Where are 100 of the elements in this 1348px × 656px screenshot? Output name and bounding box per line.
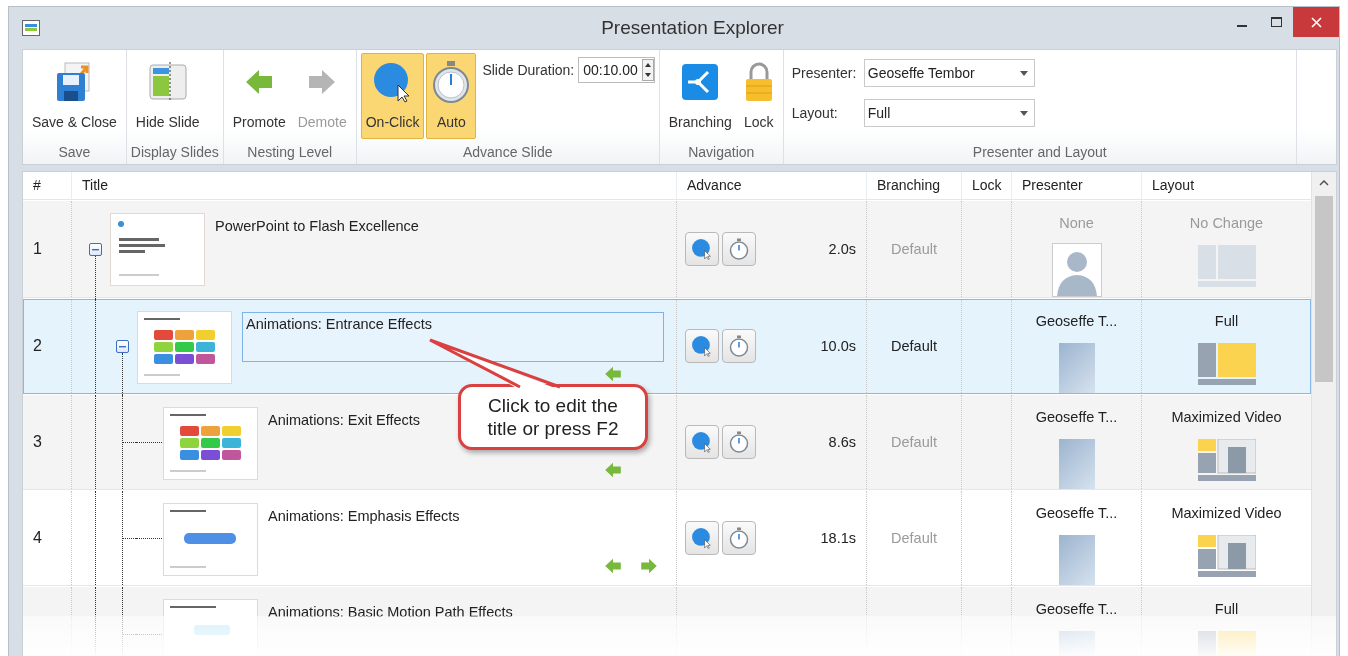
branching-value: Default xyxy=(891,434,937,450)
branching-value: Default xyxy=(891,241,937,257)
collapse-toggle[interactable] xyxy=(89,242,102,256)
dropdown-caret-icon xyxy=(1019,110,1028,116)
ribbon-button[interactable]: Auto xyxy=(426,53,477,139)
column-header[interactable]: Title xyxy=(71,172,676,199)
minimize-icon xyxy=(1237,25,1247,27)
layout-icon xyxy=(1197,535,1256,577)
cursor-circle-icon xyxy=(691,431,713,453)
group-label: Display Slides xyxy=(130,143,219,162)
duration-text: 10.0s xyxy=(820,338,856,354)
column-header[interactable]: Advance xyxy=(676,172,866,199)
column-header[interactable]: # xyxy=(23,172,71,199)
branching-icon xyxy=(682,64,719,100)
column-header[interactable]: Presenter xyxy=(1011,172,1141,199)
presenter-name: Geoseffe T... xyxy=(1035,505,1118,521)
slide-title: Animations: Emphasis Effects xyxy=(268,507,461,524)
slide-title: Animations: Exit Effects xyxy=(268,411,422,428)
close-icon xyxy=(1310,16,1322,28)
table-row[interactable]: 4 Animations: Emphasis Effects 18.1s Default Geoseffe T... Maximized Video xyxy=(23,491,1311,586)
chevron-up-icon xyxy=(1319,180,1329,186)
field-label: Layout: xyxy=(791,105,839,121)
stopwatch-icon xyxy=(431,60,472,104)
ribbon-button[interactable]: Hide Slide xyxy=(130,53,205,139)
group-label: Nesting Level xyxy=(246,143,334,162)
field-label: Slide Duration: xyxy=(482,62,575,78)
auto-button[interactable] xyxy=(722,425,756,459)
auto-button[interactable] xyxy=(722,232,756,266)
group-label: Navigation xyxy=(687,143,756,162)
layout-icon xyxy=(1197,439,1256,481)
on-click-button[interactable] xyxy=(685,425,719,459)
promote-arrow-icon[interactable] xyxy=(604,365,622,383)
app-icon xyxy=(22,20,40,36)
layout-name: Maximized Video xyxy=(1171,505,1282,521)
collapse-toggle[interactable] xyxy=(116,339,129,353)
group-label: Presenter and Layout xyxy=(971,143,1108,162)
group-label: Advance Slide xyxy=(461,143,554,162)
dropdown[interactable]: Full xyxy=(863,99,1035,127)
on-click-button[interactable] xyxy=(685,521,719,555)
presenter-name: None xyxy=(1059,215,1094,231)
stopwatch-icon xyxy=(729,527,749,549)
duration-text: 8.6s xyxy=(828,434,856,450)
stopwatch-icon xyxy=(729,335,749,357)
ribbon-button[interactable]: Lock xyxy=(738,53,779,139)
row-number: 3 xyxy=(32,433,42,451)
layout-name: Full xyxy=(1214,313,1239,329)
cursor-circle-icon xyxy=(691,238,713,260)
ribbon-button[interactable]: Branching xyxy=(663,53,737,139)
branching-value: Default xyxy=(891,530,937,546)
on-click-button[interactable] xyxy=(685,329,719,363)
layout-name: Maximized Video xyxy=(1171,409,1282,425)
row-number: 2 xyxy=(32,337,42,355)
slide-title: Animations: Basic Motion Path Effects xyxy=(268,603,514,620)
branching-value: Default xyxy=(891,338,937,354)
duration-text: 18.1s xyxy=(820,530,856,546)
auto-button[interactable] xyxy=(722,521,756,555)
presenter-name: Geoseffe T... xyxy=(1035,409,1118,425)
cursor-circle-icon xyxy=(691,335,713,357)
field-label: Presenter: xyxy=(791,65,858,81)
dropdown[interactable]: Geoseffe Tembor xyxy=(863,59,1035,87)
group-label: Save xyxy=(57,143,92,162)
table-row[interactable]: 2 Animations: Entrance Effects 10.0s Default Geoseffe T... Full xyxy=(23,299,1311,394)
layout-name: No Change xyxy=(1189,215,1264,231)
stopwatch-icon xyxy=(729,431,749,453)
column-header[interactable]: Branching xyxy=(866,172,961,199)
scroll-thumb[interactable] xyxy=(1315,196,1333,382)
title-edit-field[interactable]: Animations: Entrance Effects xyxy=(242,312,664,362)
photo-placeholder xyxy=(1058,535,1095,585)
row-number: 1 xyxy=(32,240,42,258)
left-arrow-icon xyxy=(244,67,275,97)
layout-icon xyxy=(1197,343,1256,385)
photo-placeholder xyxy=(1058,439,1095,489)
callout-bubble: Click to edit the title or press F2 xyxy=(458,384,648,450)
demote-arrow-icon[interactable] xyxy=(640,557,658,575)
dropdown-caret-icon xyxy=(1019,70,1028,76)
column-header[interactable]: Lock xyxy=(961,172,1011,199)
hide-slide-icon xyxy=(147,62,188,102)
person-silhouette-icon xyxy=(1051,243,1102,297)
presenter-name: Geoseffe T... xyxy=(1035,601,1118,617)
presenter-name: Geoseffe T... xyxy=(1035,313,1118,329)
cursor-circle-icon xyxy=(691,527,713,549)
auto-button[interactable] xyxy=(722,329,756,363)
layout-icon xyxy=(1197,245,1256,287)
promote-arrow-icon[interactable] xyxy=(604,557,622,575)
ribbon-button[interactable]: Save & Close xyxy=(27,53,122,139)
ribbon-button[interactable]: Promote xyxy=(227,53,291,139)
duration-text: 2.0s xyxy=(828,241,856,257)
duration-spinner[interactable]: 00:10.00 xyxy=(578,57,655,83)
promote-arrow-icon[interactable] xyxy=(604,461,622,479)
stopwatch-icon xyxy=(729,238,749,260)
maximize-icon xyxy=(1270,17,1282,27)
window-title: Presentation Explorer xyxy=(600,17,785,39)
layout-name: Full xyxy=(1214,601,1239,617)
slide-title: PowerPoint to Flash Excellence xyxy=(215,217,420,234)
on-click-button[interactable] xyxy=(685,232,719,266)
spinner-arrows-icon xyxy=(641,59,654,81)
row-number: 4 xyxy=(32,529,42,547)
photo-placeholder xyxy=(1058,343,1095,393)
ribbon-button[interactable]: On-Click xyxy=(360,53,425,139)
table-row[interactable]: 1 PowerPoint to Flash Excellence 2.0s Default None No Change xyxy=(23,201,1311,298)
